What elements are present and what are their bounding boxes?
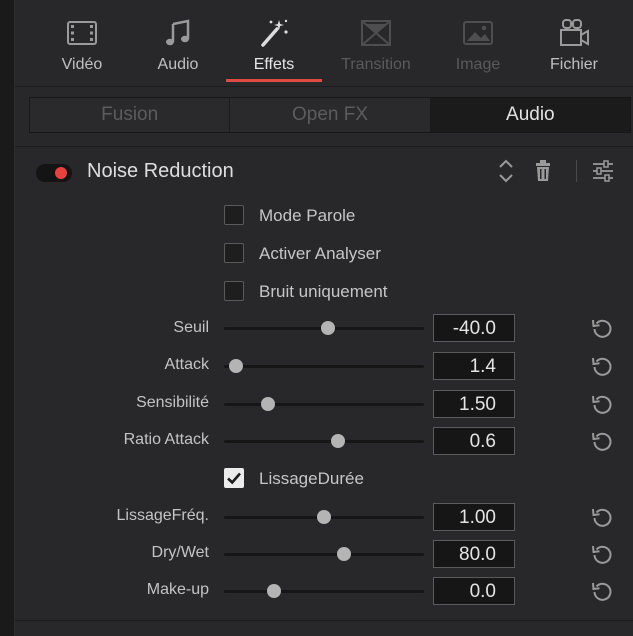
lissage-duree-label: LissageDurée	[259, 469, 364, 488]
toggle-indicator	[55, 167, 67, 179]
param-label: Ratio Attack	[123, 431, 209, 448]
mode-parole-checkbox[interactable]	[224, 205, 244, 225]
toolbar-label: Audio	[157, 56, 199, 73]
reset-icon[interactable]	[590, 505, 614, 529]
effect-title: Noise Reduction	[87, 160, 234, 182]
toolbar-label: Transition	[341, 56, 411, 73]
ratio-attack-value-field[interactable]: 0.6	[433, 427, 515, 455]
music-note-icon	[166, 19, 190, 46]
file-icon	[560, 19, 589, 46]
param-label: Make-up	[146, 581, 209, 598]
make-up-slider-handle[interactable]	[267, 584, 281, 598]
attack-slider-handle[interactable]	[229, 359, 243, 373]
divider	[15, 146, 633, 147]
activer-analyser-checkbox[interactable]	[224, 243, 244, 263]
toolbar-label: Vidéo	[61, 56, 103, 73]
transition-icon	[361, 20, 391, 46]
left-panel-edge	[0, 0, 15, 636]
inspector-panel: Vidéo Audio Effets Transition Image Fich…	[15, 0, 633, 636]
tab-audio[interactable]: Audio	[430, 98, 630, 132]
param-label: Sensibilité	[136, 394, 209, 411]
lissage-freq-value-field[interactable]: 1.00	[433, 503, 515, 531]
param-label: Dry/Wet	[151, 544, 209, 561]
sensibilite-value-field[interactable]: 1.50	[433, 390, 515, 418]
seuil-value-field[interactable]: -40.0	[433, 314, 515, 342]
magic-wand-icon	[261, 19, 288, 47]
image-icon	[463, 21, 493, 45]
bruit-uniquement-checkbox[interactable]	[224, 281, 244, 301]
param-label: Attack	[164, 356, 209, 373]
dry-wet-slider-track[interactable]	[224, 553, 424, 556]
toolbar-tab-transition[interactable]: Transition	[328, 0, 424, 86]
mode-parole-label: Mode Parole	[259, 206, 356, 225]
reset-icon[interactable]	[590, 542, 614, 566]
toolbar-tab-video[interactable]: Vidéo	[34, 0, 130, 86]
bruit-uniquement-label: Bruit uniquement	[259, 282, 388, 301]
ratio-attack-slider-handle[interactable]	[331, 434, 345, 448]
effect-enable-toggle[interactable]	[36, 164, 72, 182]
param-label: LissageFréq.	[116, 507, 210, 524]
seuil-slider-handle[interactable]	[321, 321, 335, 335]
lissage-duree-checkbox[interactable]	[224, 468, 244, 488]
trash-icon[interactable]	[531, 158, 555, 184]
param-label: Seuil	[173, 319, 209, 336]
inspector-toolbar: Vidéo Audio Effets Transition Image Fich…	[15, 0, 633, 87]
expand-collapse-icon[interactable]	[494, 158, 518, 184]
settings-sliders-icon[interactable]	[591, 158, 615, 184]
toolbar-label: Effets	[253, 56, 295, 73]
active-tab-underline	[226, 79, 322, 82]
make-up-value-field[interactable]: 0.0	[433, 577, 515, 605]
toolbar-tab-effects[interactable]: Effets	[226, 0, 322, 86]
divider	[15, 620, 633, 621]
reset-icon[interactable]	[590, 392, 614, 416]
attack-slider-track[interactable]	[224, 365, 424, 368]
toolbar-label: Image	[455, 56, 501, 73]
ratio-attack-slider-track[interactable]	[224, 440, 424, 443]
dry-wet-value-field[interactable]: 80.0	[433, 540, 515, 568]
activer-analyser-label: Activer Analyser	[259, 244, 381, 263]
reset-icon[interactable]	[590, 316, 614, 340]
sensibilite-slider-handle[interactable]	[261, 397, 275, 411]
header-divider	[576, 160, 577, 182]
sensibilite-slider-track[interactable]	[224, 403, 424, 406]
toolbar-label: Fichier	[549, 56, 598, 73]
make-up-slider-track[interactable]	[224, 590, 424, 593]
attack-value-field[interactable]: 1.4	[433, 352, 515, 380]
toolbar-tab-audio[interactable]: Audio	[130, 0, 226, 86]
toolbar-tab-file[interactable]: Fichier	[526, 0, 622, 86]
tab-fusion[interactable]: Fusion	[30, 98, 231, 132]
film-icon	[67, 21, 97, 45]
tab-open-fx[interactable]: Open FX	[230, 98, 431, 132]
effects-category-tabs: Fusion Open FX Audio	[29, 97, 631, 133]
reset-icon[interactable]	[590, 429, 614, 453]
reset-icon[interactable]	[590, 354, 614, 378]
checkmark-icon	[227, 472, 241, 485]
lissage-freq-slider-handle[interactable]	[317, 510, 331, 524]
reset-icon[interactable]	[590, 579, 614, 603]
dry-wet-slider-handle[interactable]	[337, 547, 351, 561]
toolbar-tab-image[interactable]: Image	[430, 0, 526, 86]
